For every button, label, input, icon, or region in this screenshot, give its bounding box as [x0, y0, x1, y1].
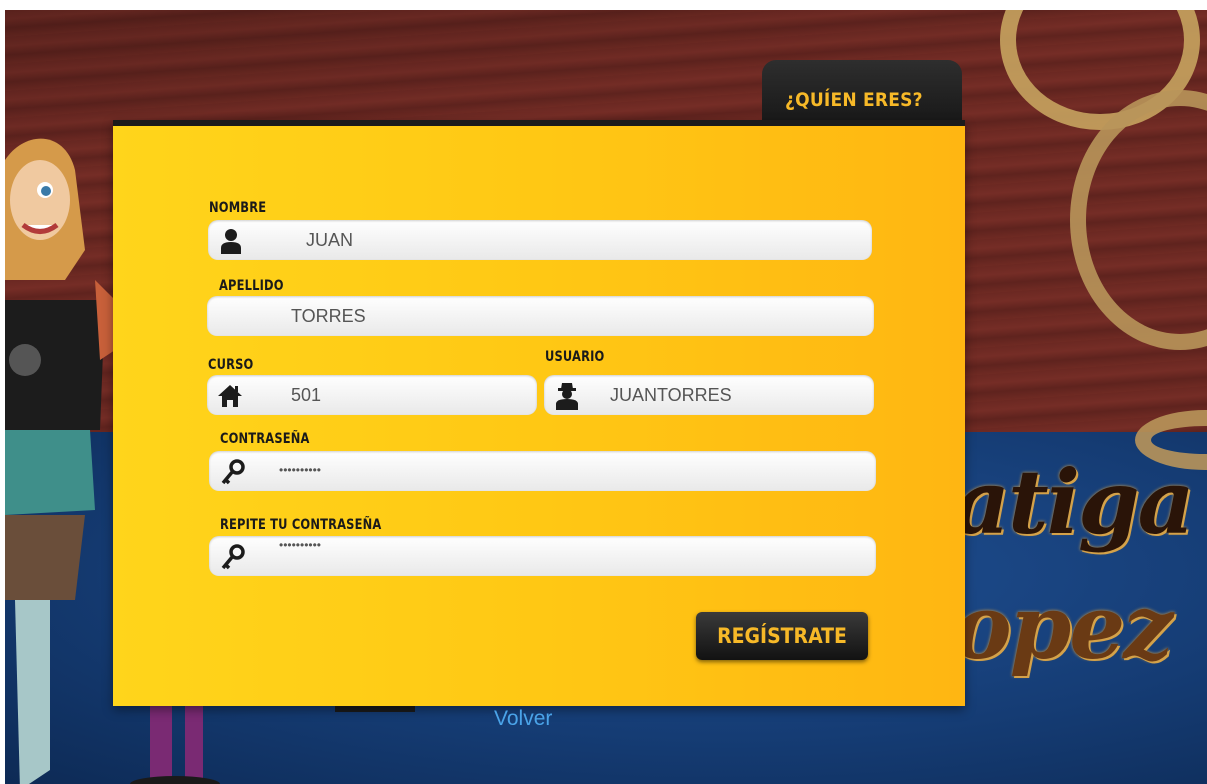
usuario-value: JUANTORRES: [610, 385, 732, 405]
repite-label: REPITE TU CONTRASEÑA: [220, 517, 382, 533]
contrasena-label: CONTRASEÑA: [220, 431, 310, 447]
nombre-field[interactable]: JUAN: [208, 220, 872, 260]
key-icon: [221, 544, 245, 570]
contrasena-field[interactable]: ••••••••••: [209, 451, 876, 491]
curso-label: CURSO: [208, 357, 254, 373]
character-illustration: [5, 138, 115, 784]
home-icon: [218, 385, 242, 407]
apellido-field[interactable]: TORRES: [207, 296, 874, 336]
curso-field[interactable]: 501: [207, 375, 537, 415]
contrasena-value: ••••••••••: [279, 463, 322, 477]
user-icon: [221, 229, 241, 254]
brand-logo-text: opez: [953, 575, 1173, 679]
register-button[interactable]: REGÍSTRATE: [696, 612, 868, 660]
title-tab-label: ¿QUÍEN ERES?: [785, 89, 923, 111]
nombre-value: JUAN: [306, 230, 354, 250]
apellido-value: TORRES: [291, 306, 366, 326]
apellido-label: APELLIDO: [219, 278, 284, 294]
brand-logo-text: atiga: [953, 450, 1195, 554]
repite-field[interactable]: ••••••••••: [209, 536, 876, 576]
character-illustration: [130, 700, 415, 784]
curso-value: 501: [291, 385, 322, 405]
back-link[interactable]: Volver: [494, 707, 552, 731]
nombre-label: NOMBRE: [209, 200, 267, 216]
spy-user-icon: [556, 383, 578, 410]
key-icon: [221, 459, 245, 485]
usuario-label: USUARIO: [545, 349, 605, 365]
repite-value: ••••••••••: [279, 538, 322, 552]
usuario-field[interactable]: JUANTORRES: [544, 375, 874, 415]
